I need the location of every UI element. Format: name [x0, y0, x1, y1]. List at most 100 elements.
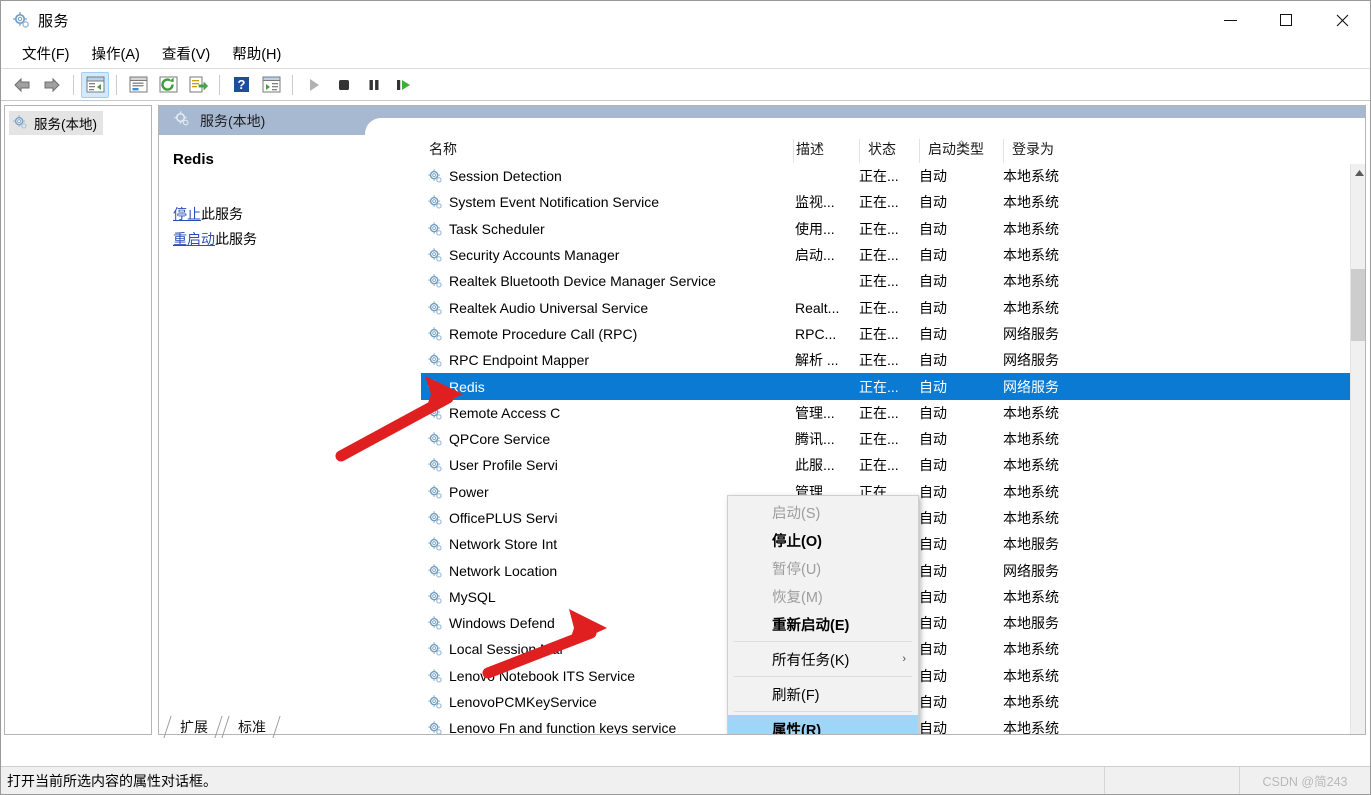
context-menu-item-label: 恢复(M) [772, 589, 823, 606]
cell-startup-type: 自动 [919, 615, 947, 632]
context-menu-separator [734, 711, 912, 712]
show-hide-console-tree-icon[interactable] [81, 71, 109, 98]
svg-text:?: ? [237, 77, 245, 92]
table-row[interactable]: Realtek Bluetooth Device Manager Service… [421, 268, 1365, 294]
services-gear-icon [427, 694, 443, 710]
table-row[interactable]: Session Detection 正在... 自动 本地系统 [421, 163, 1365, 189]
cell-log-on-as: 本地系统 [1003, 483, 1059, 500]
service-name-label: Security Accounts Manager [449, 247, 620, 264]
stop-service-link[interactable]: 停止 [173, 206, 201, 222]
list-header-row: 名称 描述 状态 ⌃ 启动类型 登录为 [421, 135, 1365, 163]
cell-log-on-as: 本地服务 [1003, 536, 1059, 553]
properties-window-icon[interactable] [124, 72, 152, 98]
tree-node-services-local[interactable]: 服务(本地) [9, 111, 103, 135]
column-log-on-as[interactable]: 登录为 [1003, 139, 1113, 163]
column-description[interactable]: 描述 [793, 139, 859, 163]
table-row[interactable]: User Profile Servi 此服... 正在... 自动 本地系统 [421, 452, 1365, 478]
services-gear-icon [427, 273, 443, 289]
service-name-label: Network Location [449, 562, 558, 579]
column-name[interactable]: 名称 [421, 139, 793, 163]
maximize-button[interactable] [1258, 1, 1314, 39]
forward-icon[interactable] [38, 72, 66, 98]
restart-service-icon[interactable] [390, 72, 418, 98]
vertical-scrollbar[interactable] [1350, 164, 1365, 734]
service-name-label: Realtek Bluetooth Device Manager Service [449, 273, 716, 290]
cell-status: 正在... [859, 247, 899, 264]
cell-log-on-as: 本地系统 [1003, 220, 1059, 237]
table-row[interactable]: QPCore Service 腾讯... 正在... 自动 本地系统 [421, 426, 1365, 452]
close-button[interactable] [1314, 1, 1370, 39]
context-menu-item-label: 属性(R) [772, 722, 822, 735]
table-row[interactable]: Realtek Audio Universal Service Realt... 正… [421, 294, 1365, 320]
back-icon[interactable] [8, 72, 36, 98]
ctx-restart[interactable]: 重新启动(E) [728, 610, 918, 638]
pane-header: 服务(本地) [159, 106, 1365, 135]
scrollbar-thumb[interactable] [1351, 269, 1365, 341]
menu-view[interactable]: 查看(V) [151, 40, 221, 67]
show-action-pane-icon[interactable] [257, 72, 285, 98]
minimize-button[interactable] [1202, 1, 1258, 39]
cell-log-on-as: 本地系统 [1003, 299, 1059, 316]
menu-help[interactable]: 帮助(H) [221, 40, 292, 67]
sort-ascending-icon: ⌃ [957, 139, 966, 149]
column-status[interactable]: 状态 [859, 139, 919, 163]
service-name-label: QPCore Service [449, 431, 551, 448]
service-name-label: OfficePLUS Servi [449, 510, 558, 526]
context-menu-item-label: 重新启动(E) [772, 617, 850, 634]
cell-service-name: Remote Access C [421, 405, 793, 421]
ctx-stop[interactable]: 停止(O) [728, 526, 918, 554]
services-gear-icon [427, 510, 443, 526]
table-row[interactable]: Remote Access C 管理... 正在... 自动 本地系统 [421, 400, 1365, 426]
service-name-label: Local Session Mar [449, 641, 565, 658]
service-name-label: Network Store Int [449, 536, 558, 553]
cell-service-name: System Event Notification Service [421, 194, 793, 210]
cell-startup-type: 自动 [919, 694, 947, 711]
ctx-resume: 恢复(M) [728, 582, 918, 610]
scroll-up-arrow[interactable] [1351, 164, 1365, 181]
pause-service-icon[interactable] [360, 72, 388, 98]
column-startup-type[interactable]: ⌃ 启动类型 [919, 139, 1003, 163]
cell-status: 正在... [859, 220, 899, 237]
cell-status: 正在... [859, 168, 899, 185]
table-row[interactable]: RPC Endpoint Mapper 解析 ... 正在... 自动 网络服务 [421, 347, 1365, 373]
stop-service-icon[interactable] [330, 72, 358, 98]
start-service-icon[interactable] [300, 72, 328, 98]
tab-standard[interactable]: 标准 [222, 716, 280, 738]
table-row[interactable]: Task Scheduler 使用... 正在... 自动 本地系统 [421, 216, 1365, 242]
toolbar-separator [73, 74, 74, 95]
ctx-all-tasks[interactable]: 所有任务(K) › [728, 645, 918, 673]
cell-startup-type: 自动 [919, 536, 947, 553]
cell-log-on-as: 网络服务 [1003, 325, 1059, 342]
context-menu-item-label: 所有任务(K) [772, 652, 850, 669]
cell-startup-type: 自动 [919, 194, 947, 211]
tab-extended[interactable]: 扩展 [164, 716, 222, 738]
menu-file[interactable]: 文件(F) [11, 40, 81, 67]
cell-startup-type: 自动 [919, 378, 947, 395]
menu-action[interactable]: 操作(A) [81, 40, 151, 67]
cell-startup-type: 自动 [919, 247, 947, 264]
cell-startup-type: 自动 [919, 325, 947, 342]
column-startup-type-label: 启动类型 [928, 141, 984, 157]
cell-log-on-as: 本地系统 [1003, 194, 1059, 211]
toolbar: ? [1, 69, 1370, 101]
help-icon[interactable]: ? [227, 72, 255, 98]
restart-service-link[interactable]: 重启动 [173, 231, 215, 247]
services-gear-icon [427, 563, 443, 579]
refresh-icon[interactable] [154, 72, 182, 98]
ctx-refresh[interactable]: 刷新(F) [728, 680, 918, 708]
cell-startup-type: 自动 [919, 352, 947, 369]
table-row[interactable]: Redis 正在... 自动 网络服务 [421, 373, 1365, 400]
detail-restart-row: 重启动此服务 [173, 227, 407, 252]
export-list-icon[interactable] [184, 72, 212, 98]
cell-service-name: Realtek Audio Universal Service [421, 300, 793, 316]
cell-startup-type: 自动 [919, 220, 947, 237]
context-menu-separator [734, 641, 912, 642]
services-gear-icon [427, 247, 443, 263]
services-pane: 服务(本地) Redis 停止此服务 重启动此服务 名称 描述 状态 ⌃ 启动类… [158, 105, 1366, 735]
service-detail-panel: Redis 停止此服务 重启动此服务 [159, 135, 421, 734]
table-row[interactable]: Remote Procedure Call (RPC) RPC... 正在... 自动… [421, 321, 1365, 347]
table-row[interactable]: Security Accounts Manager 启动... 正在... 自动 本地系… [421, 242, 1365, 268]
service-name-label: Windows Defend [449, 615, 555, 632]
ctx-properties[interactable]: 属性(R) [728, 715, 918, 735]
table-row[interactable]: System Event Notification Service 监视... 正在… [421, 189, 1365, 215]
